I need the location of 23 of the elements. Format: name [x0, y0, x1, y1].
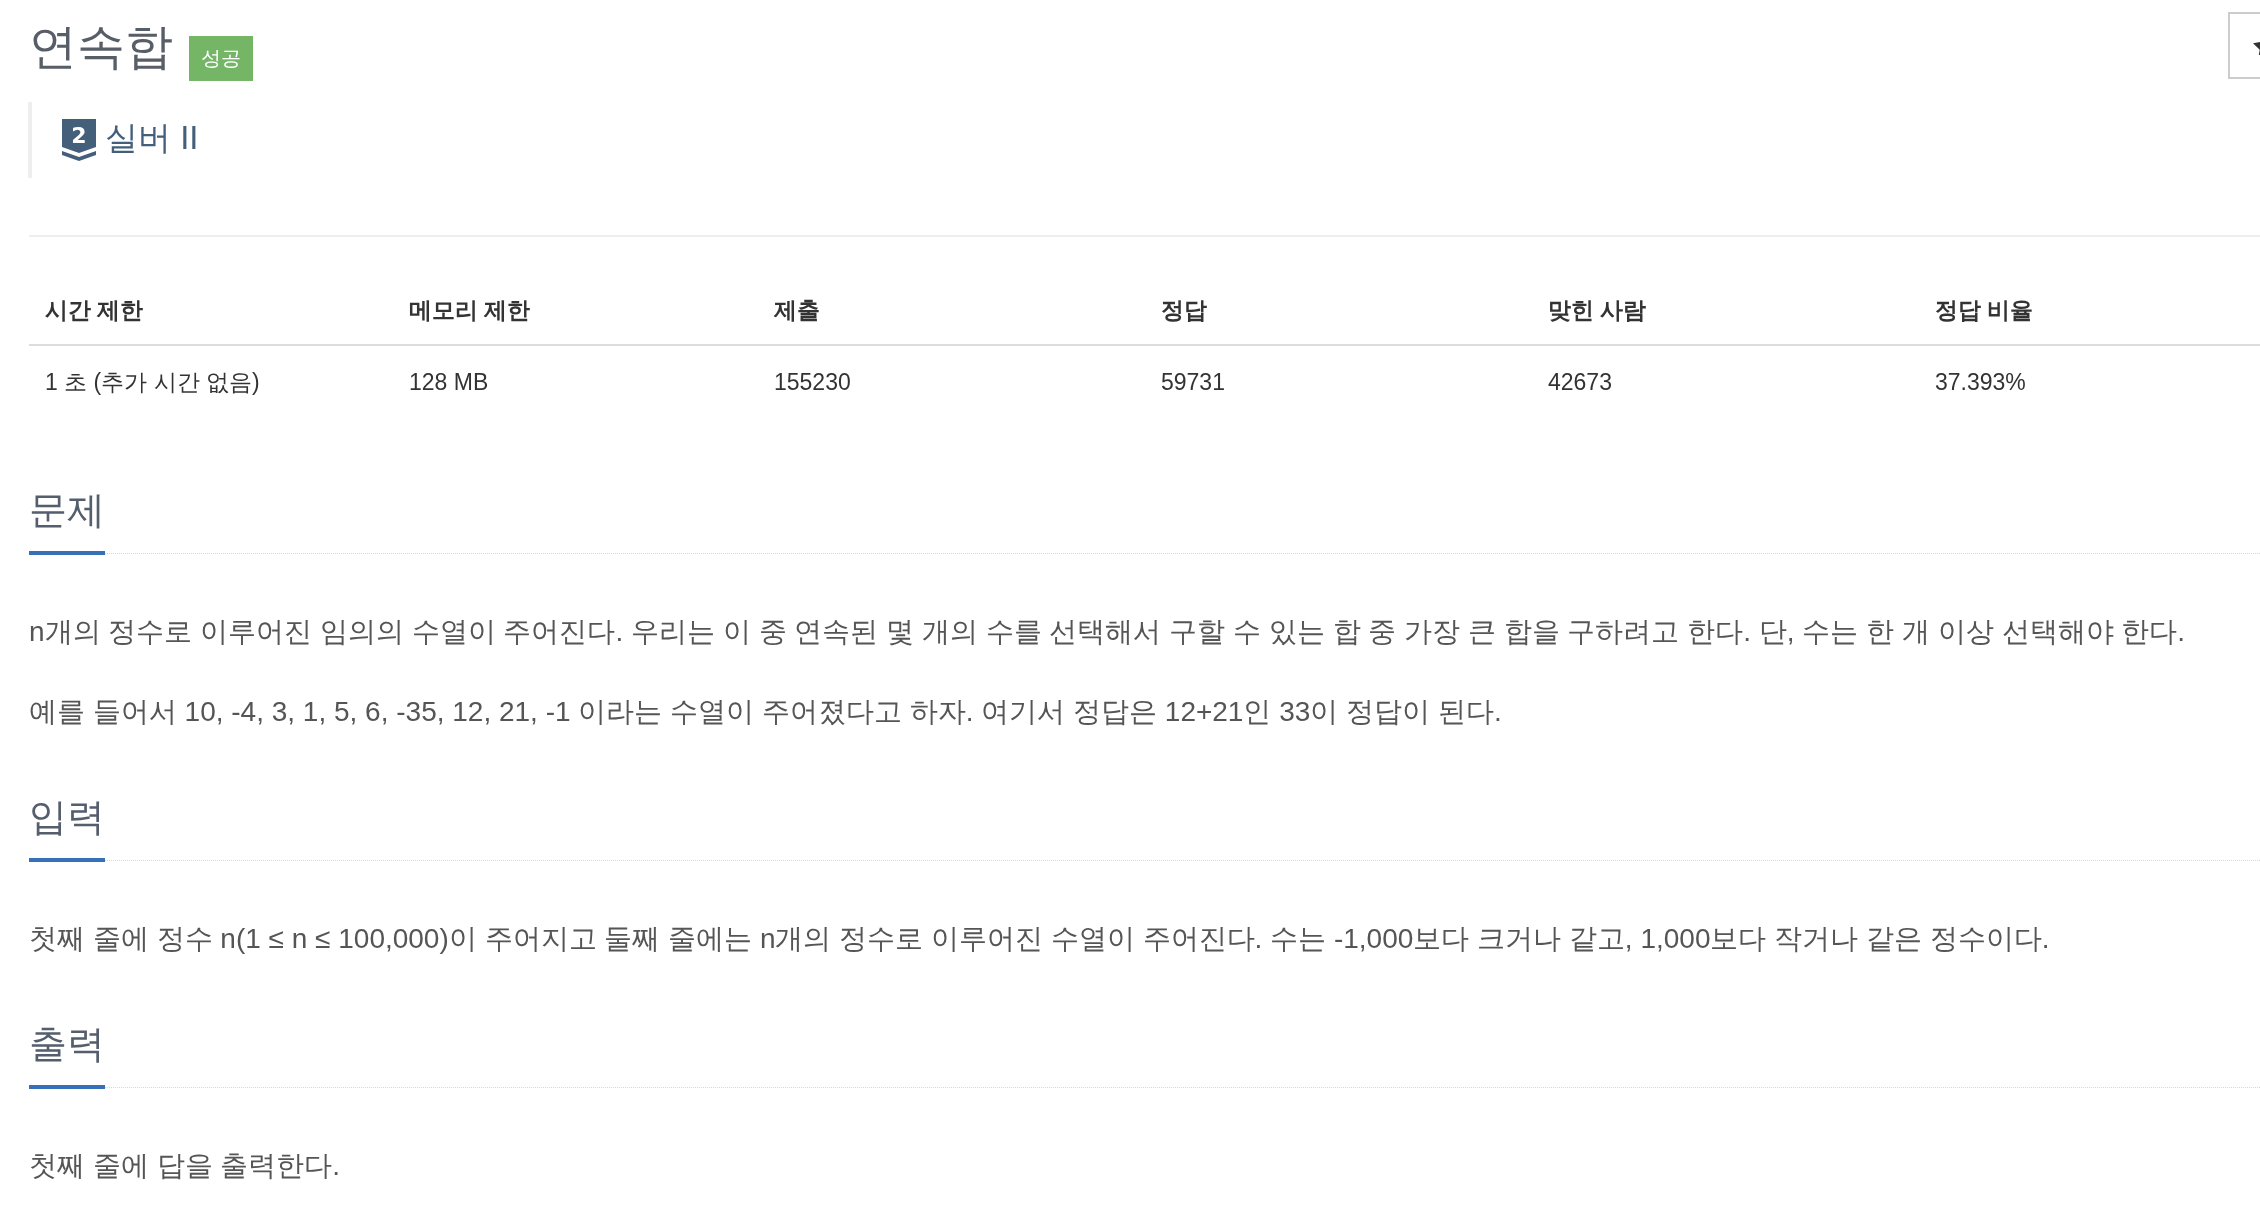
tier-label: 실버 II [105, 120, 199, 154]
section-paragraph: 첫째 줄에 답을 출력한다. [29, 1149, 341, 1183]
column-header: 정답 [1145, 276, 1532, 346]
column-header: 메모리 제한 [393, 276, 758, 346]
section-heading: 입력 [29, 794, 105, 862]
table-cell-text: 42673 [1547, 367, 1613, 397]
table-cell-text: 128 MB [408, 367, 490, 397]
section-paragraph: n개의 정수로 이루어진 임의의 수열이 주어진다. 우리는 이 중 연속된 몇 개의 수를 선택해서 구할 수 있는 합 중 가장 큰 합을 구하려고 한다. 단, 수는 한 개 이상 선택해야 한다. [29, 615, 2186, 649]
table-cell-text: 59731 [1160, 367, 1226, 397]
column-header: 제출 [758, 276, 1145, 346]
star-button[interactable] [2228, 12, 2260, 79]
column-header: 정답 비율 [1919, 276, 2260, 346]
column-header: 맞힌 사람 [1532, 276, 1919, 346]
status-badge: 성공 [189, 36, 253, 81]
section-paragraph: 예를 들어서 10, -4, 3, 1, 5, 6, -35, 12, 21, -1 이라는 수열이 주어졌다고 하자. 여기서 정답은 12+21인 33이 정답이 된다. [29, 695, 1502, 729]
table-cell-text: 37.393% [1934, 367, 2027, 397]
table-cell-text: 1 초 (추가 시간 없음) [44, 367, 261, 397]
column-header: 시간 제한 [29, 276, 393, 346]
table-cell-text: 155230 [773, 367, 852, 397]
section-heading: 문제 [29, 487, 105, 555]
section-heading: 출력 [29, 1021, 105, 1089]
problem-title: 연속합 [29, 19, 173, 75]
section-paragraph: 첫째 줄에 정수 n(1 ≤ n ≤ 100,000)이 주어지고 둘째 줄에는 n개의 정수로 이루어진 수열이 주어진다. 수는 -1,000보다 크거나 같고, 1,000보다 작거나 같은 정수이다. [29, 922, 2050, 956]
